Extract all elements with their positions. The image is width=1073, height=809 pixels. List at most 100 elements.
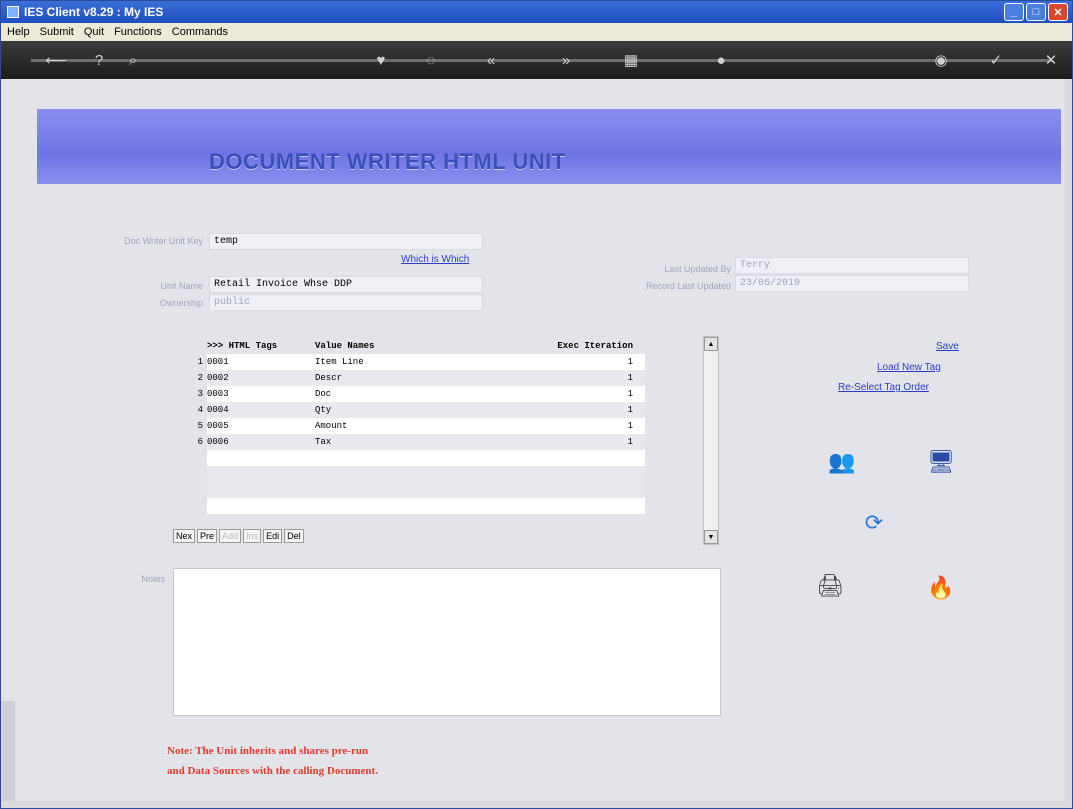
next-button[interactable]: Nex xyxy=(173,529,196,543)
footer-note: Note: The Unit inherits and shares pre-r… xyxy=(167,741,378,781)
grid-header: >>> HTML Tags Value Names Exec Iteration xyxy=(173,338,645,354)
value-cell: Qty xyxy=(315,405,332,415)
grid-scrollbar[interactable]: ▲ ▼ xyxy=(703,336,719,545)
app-window: IES Client v8.29 : My IES _ □ ✕ Help Sub… xyxy=(0,0,1073,809)
row-number: 6 xyxy=(197,437,203,447)
menu-quit[interactable]: Quit xyxy=(84,26,104,38)
ownership-label: Ownership xyxy=(159,298,203,308)
value-cell: Amount xyxy=(315,421,348,431)
page-header: DOCUMENT WRITER HTML UNIT xyxy=(37,109,1061,184)
maximize-button[interactable]: □ xyxy=(1026,3,1046,21)
row-number: 1 xyxy=(197,357,203,367)
cancel-icon[interactable]: ✕ xyxy=(1041,50,1061,70)
rewind-icon[interactable]: « xyxy=(481,50,501,70)
menu-submit[interactable]: Submit xyxy=(40,26,74,38)
grid-icon[interactable]: ▦ xyxy=(621,50,641,70)
load-new-tag-link[interactable]: Load New Tag xyxy=(877,362,941,373)
slider-knob-icon[interactable]: ● xyxy=(711,50,731,70)
header-exec-iteration: Exec Iteration xyxy=(557,341,633,351)
printer-icon[interactable]: 🖨 xyxy=(811,569,849,603)
favorite-heart-icon[interactable]: ♥ xyxy=(371,50,391,70)
page-title: DOCUMENT WRITER HTML UNIT xyxy=(209,149,566,174)
tag-cell: 0002 xyxy=(207,373,229,383)
refresh-icon[interactable]: ◌ xyxy=(421,50,441,70)
ownership-field[interactable]: public xyxy=(209,294,483,311)
tag-cell: 0006 xyxy=(207,437,229,447)
iteration-cell: 1 xyxy=(627,421,633,431)
scroll-down-icon[interactable]: ▼ xyxy=(704,530,718,544)
iteration-cell: 1 xyxy=(627,437,633,447)
help-icon[interactable]: ? xyxy=(89,50,109,70)
menu-commands[interactable]: Commands xyxy=(172,26,228,38)
html-tags-grid: >>> HTML Tags Value Names Exec Iteration… xyxy=(173,336,645,529)
doc-writer-unit-field[interactable]: temp xyxy=(209,233,483,250)
tag-cell: 0001 xyxy=(207,357,229,367)
delete-button[interactable]: Del xyxy=(284,529,304,543)
edit-button[interactable]: Edi xyxy=(263,529,283,543)
save-link[interactable]: Save xyxy=(936,341,959,352)
table-row[interactable]: 1 0001 Item Line 1 xyxy=(173,354,645,370)
previous-button[interactable]: Pre xyxy=(197,529,218,543)
row-number: 4 xyxy=(197,405,203,415)
footer-note-line1: Note: The Unit inherits and shares pre-r… xyxy=(167,745,369,757)
value-cell: Descr xyxy=(315,373,343,383)
insert-button[interactable]: Ins xyxy=(243,529,262,543)
sync-icon[interactable]: ⟳ xyxy=(859,507,889,539)
back-arrow-icon[interactable]: ⟵ xyxy=(45,50,67,70)
tag-cell: 0005 xyxy=(207,421,229,431)
grid-nav-bar: Nex Pre Add Ins Edi Del xyxy=(173,529,304,543)
iteration-cell: 1 xyxy=(627,373,633,383)
table-row[interactable]: 5 0005 Amount 1 xyxy=(173,418,645,434)
flame-list-icon[interactable]: 🔥 xyxy=(923,571,959,605)
toolbar: ⟵ ? ⌕ ♥ ◌ « » ▦ ● ◉ ✓ ✕ xyxy=(1,41,1072,79)
table-row-empty[interactable] xyxy=(173,482,645,498)
unit-name-label: Unit Name xyxy=(160,281,203,291)
table-row[interactable]: 3 0003 Doc 1 xyxy=(173,386,645,402)
menu-functions[interactable]: Functions xyxy=(114,26,162,38)
header-value-names: Value Names xyxy=(315,341,375,351)
tag-cell: 0004 xyxy=(207,405,229,415)
table-row[interactable]: 2 0002 Descr 1 xyxy=(173,370,645,386)
value-cell: Item Line xyxy=(315,357,364,367)
row-number: 5 xyxy=(197,421,203,431)
menu-help[interactable]: Help xyxy=(7,26,30,38)
check-icon[interactable]: ✓ xyxy=(986,50,1006,70)
doc-writer-unit-label: Doc Writer Unit Key xyxy=(124,236,203,246)
iteration-cell: 1 xyxy=(627,405,633,415)
last-updated-by-label: Last Updated By xyxy=(664,264,731,274)
toolbar-rail xyxy=(31,59,1052,62)
monitor-icon[interactable]: 🖥 xyxy=(923,447,959,477)
row-number: 2 xyxy=(197,373,203,383)
app-icon xyxy=(7,6,19,18)
search-icon[interactable]: ⌕ xyxy=(123,50,143,70)
record-last-updated-label: Record Last Updated xyxy=(645,281,731,291)
close-button[interactable]: ✕ xyxy=(1048,3,1068,21)
notes-label: Notes xyxy=(141,574,165,584)
footer-note-line2: and Data Sources with the calling Docume… xyxy=(167,765,378,777)
unit-name-field[interactable]: Retail Invoice Whse DDP xyxy=(209,276,483,293)
window-title: IES Client v8.29 : My IES xyxy=(24,5,164,19)
value-cell: Tax xyxy=(315,437,332,447)
value-cell: Doc xyxy=(315,389,332,399)
menu-bar: Help Submit Quit Functions Commands xyxy=(1,23,1072,41)
iteration-cell: 1 xyxy=(627,357,633,367)
users-icon[interactable]: 👥 xyxy=(827,445,857,479)
table-row-empty[interactable] xyxy=(173,498,645,514)
table-row[interactable]: 4 0004 Qty 1 xyxy=(173,402,645,418)
minimize-button[interactable]: _ xyxy=(1004,3,1024,21)
table-row[interactable]: 6 0006 Tax 1 xyxy=(173,434,645,450)
iteration-cell: 1 xyxy=(627,389,633,399)
notes-textarea[interactable] xyxy=(173,568,721,716)
add-button[interactable]: Add xyxy=(219,529,242,543)
table-row-empty[interactable] xyxy=(173,466,645,482)
side-strip xyxy=(1,701,15,801)
forward-icon[interactable]: » xyxy=(556,50,576,70)
table-row-empty[interactable] xyxy=(173,450,645,466)
reselect-tag-order-link[interactable]: Re-Select Tag Order xyxy=(838,382,929,393)
which-is-which-link[interactable]: Which is Which xyxy=(401,254,469,265)
title-bar: IES Client v8.29 : My IES _ □ ✕ xyxy=(1,1,1072,23)
row-number: 3 xyxy=(197,389,203,399)
record-last-updated-field: 23/06/2010 xyxy=(735,275,969,292)
scroll-up-icon[interactable]: ▲ xyxy=(704,337,718,351)
options-icon[interactable]: ◉ xyxy=(931,50,951,70)
